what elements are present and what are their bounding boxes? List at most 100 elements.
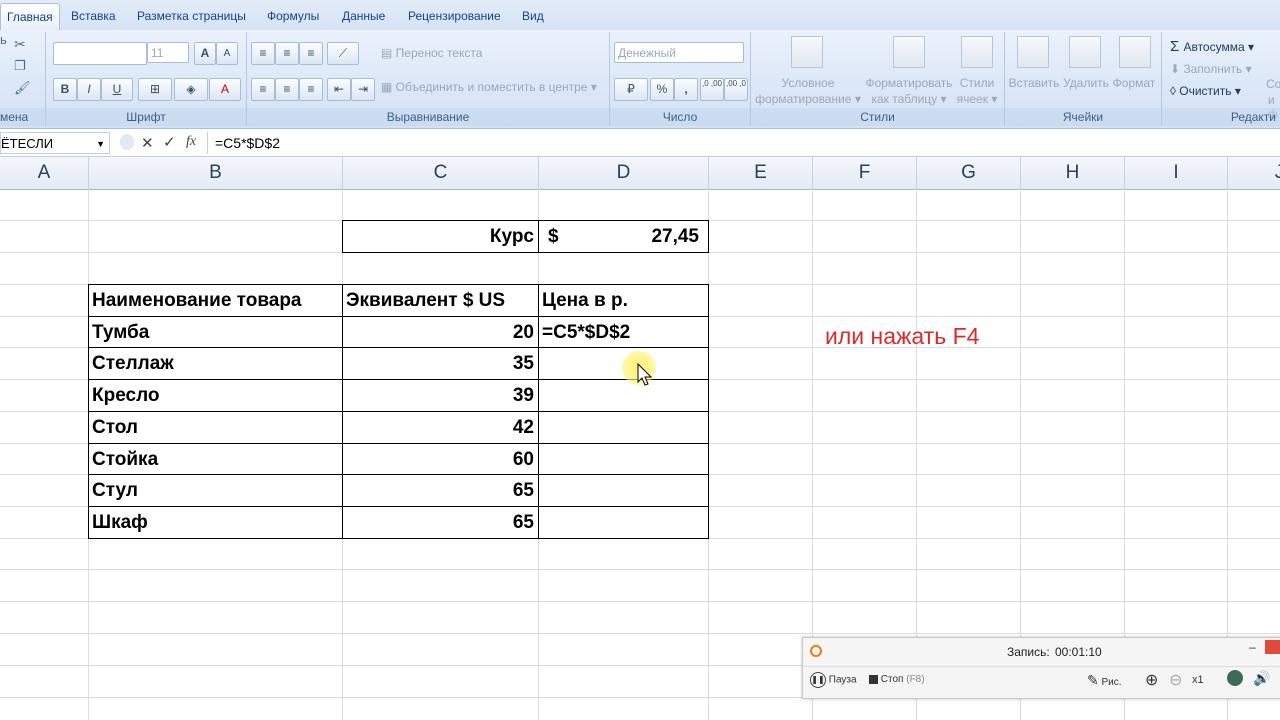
format-painter-icon[interactable]: 🖌 [14, 80, 31, 96]
active-cell-formula[interactable]: =C5*$D$2 [539, 317, 708, 347]
header-price-rub[interactable]: Цена в р. [539, 285, 708, 316]
column-header-h[interactable]: H [1021, 157, 1125, 189]
format-cells-button[interactable]: Формат [1109, 75, 1159, 91]
table-row-usd[interactable]: 60 [343, 444, 538, 474]
table-row-usd[interactable]: 39 [343, 380, 538, 411]
borders-icon[interactable]: ⊞ [138, 78, 172, 101]
decrease-indent-icon[interactable]: ⇤ [327, 78, 351, 101]
tab-formulas[interactable]: Формулы [267, 9, 319, 23]
table-row-price[interactable] [539, 444, 708, 474]
align-top-icon[interactable]: ≡ [251, 42, 275, 65]
bold-button[interactable]: B [53, 78, 77, 101]
tab-view[interactable]: Вид [522, 9, 544, 23]
fill-button[interactable]: ⬇ Заполнить ▾ [1170, 62, 1252, 76]
font-size-select[interactable]: 11 [147, 42, 189, 63]
table-row-price[interactable] [539, 507, 708, 538]
decrease-decimal-button[interactable]: ,00 ,0 [724, 78, 748, 101]
table-row-usd[interactable]: 65 [343, 475, 538, 506]
zoom-out-icon[interactable]: ⊖ [1169, 670, 1182, 690]
table-row-name[interactable]: Кресло [89, 380, 342, 411]
fill-color-icon[interactable]: ◈ [174, 78, 208, 101]
table-row-name[interactable]: Стойка [89, 444, 342, 474]
table-row-price[interactable] [539, 475, 708, 506]
zoom-in-icon[interactable]: ⊕ [1145, 670, 1158, 690]
font-name-select[interactable] [53, 42, 147, 65]
column-header-c[interactable]: C [343, 157, 539, 189]
table-row-name[interactable]: Шкаф [89, 507, 342, 538]
tab-page-layout[interactable]: Разметка страницы [137, 9, 246, 23]
percent-button[interactable]: % [650, 78, 674, 101]
cut-icon[interactable]: ✂ [14, 36, 26, 53]
table-row-price[interactable] [539, 380, 708, 411]
speaker-icon[interactable]: 🔊 [1253, 670, 1270, 687]
cancel-icon[interactable]: ✕ [141, 134, 154, 152]
table-row-usd[interactable]: 20 [343, 317, 538, 347]
column-header-f[interactable]: F [813, 157, 917, 189]
table-row-name[interactable]: Тумба [89, 317, 342, 347]
shrink-font-button[interactable]: A [216, 42, 238, 65]
increase-decimal-button[interactable]: ,0 ,00 [700, 78, 724, 101]
grow-font-button[interactable]: A [194, 42, 216, 65]
underline-button[interactable]: U [101, 78, 133, 101]
minimize-icon[interactable]: – [1249, 640, 1256, 654]
tab-review[interactable]: Рецензирование [408, 9, 501, 23]
paste-icon[interactable]: ь [0, 32, 7, 47]
font-color-button[interactable]: A [209, 78, 241, 101]
delete-cells-button[interactable]: Удалить [1061, 75, 1111, 91]
rate-value-cell[interactable]: $ 27,45 [539, 221, 708, 252]
rate-label-cell[interactable]: Курс [343, 221, 538, 252]
table-row-price[interactable] [539, 412, 708, 443]
name-box-dropdown-icon[interactable]: ▼ [96, 133, 105, 155]
table-row-name[interactable]: Стул [89, 475, 342, 506]
column-header-a[interactable]: A [0, 157, 89, 189]
insert-function-icon[interactable]: fx [186, 134, 196, 150]
sort-filter-partial-label[interactable]: Со [1266, 77, 1280, 91]
autosum-button[interactable]: Σ Автосумма ▾ [1170, 38, 1254, 55]
table-row-name[interactable]: Стеллаж [89, 348, 342, 379]
column-header-i[interactable]: I [1125, 157, 1228, 189]
align-middle-icon[interactable]: ≡ [275, 42, 299, 65]
align-left-icon[interactable]: ≡ [251, 78, 275, 101]
close-icon[interactable] [1265, 640, 1280, 654]
align-center-icon[interactable]: ≡ [275, 78, 299, 101]
table-row-usd[interactable]: 65 [343, 507, 538, 538]
table-row-name[interactable]: Стол [89, 412, 342, 443]
header-product-name[interactable]: Наименование товара [89, 285, 342, 316]
italic-button[interactable]: I [77, 78, 101, 101]
name-box[interactable]: ЁТЕСЛИ ▼ [0, 132, 110, 154]
table-row-usd[interactable]: 35 [343, 348, 538, 379]
column-header-j[interactable]: J [1228, 157, 1280, 189]
currency-format-icon[interactable]: ₽ [614, 78, 648, 101]
column-header-b[interactable]: B [89, 157, 343, 189]
number-format-select[interactable]: Денежный [614, 42, 744, 63]
column-header-g[interactable]: G [917, 157, 1021, 189]
merge-center-button[interactable]: ▦ Объединить и поместить в центре ▾ [381, 80, 597, 94]
orientation-icon[interactable]: ⟋ [327, 42, 359, 65]
column-header-d[interactable]: D [539, 157, 709, 189]
formula-bar-splitter-icon[interactable] [120, 134, 134, 150]
format-as-table-button[interactable]: Форматировать как таблицу ▾ [859, 75, 959, 107]
mouse-pointer-icon [637, 363, 653, 386]
cell-styles-button[interactable]: Стили ячеек ▾ [954, 75, 1000, 107]
wrap-text-button[interactable]: ▤ Перенос текста [381, 46, 482, 60]
formula-input[interactable]: =C5*$D$2 [215, 135, 280, 151]
stop-button[interactable]: Стоп (F8) [869, 674, 925, 685]
webcam-icon[interactable] [1227, 670, 1243, 686]
draw-button[interactable]: ✎ Рис. [1087, 672, 1122, 689]
tab-data[interactable]: Данные [342, 9, 385, 23]
clear-button[interactable]: ◊ Очистить ▾ [1170, 84, 1241, 98]
header-usd-equivalent[interactable]: Эквивалент $ US [343, 285, 538, 316]
table-row-usd[interactable]: 42 [343, 412, 538, 443]
column-header-e[interactable]: E [709, 157, 813, 189]
increase-indent-icon[interactable]: ⇥ [351, 78, 375, 101]
copy-icon[interactable]: ❐ [14, 58, 26, 74]
align-right-icon[interactable]: ≡ [299, 78, 323, 101]
conditional-formatting-button[interactable]: Условное форматирование ▾ [753, 75, 863, 107]
insert-cells-button[interactable]: Вставить [1007, 75, 1061, 91]
pause-button[interactable]: ❚❚ Пауза [810, 672, 857, 688]
comma-style-button[interactable]: , [674, 78, 698, 101]
align-bottom-icon[interactable]: ≡ [299, 42, 323, 65]
tab-insert[interactable]: Вставка [71, 9, 116, 23]
enter-check-icon[interactable]: ✓ [163, 133, 176, 151]
tab-home[interactable]: Главная [0, 3, 60, 31]
